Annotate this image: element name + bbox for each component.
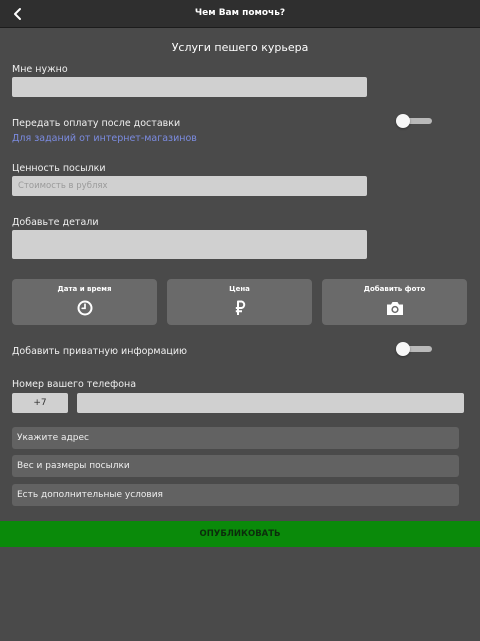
ruble-icon (235, 300, 245, 315)
price-button[interactable]: Цена (167, 279, 312, 325)
date-time-button[interactable]: Дата и время (12, 279, 157, 325)
add-photo-label: Добавить фото (363, 285, 426, 293)
parcel-size-button[interactable]: Вес и размеры посылки (12, 455, 459, 477)
parcel-value-input[interactable] (12, 176, 367, 196)
camera-icon (386, 302, 403, 315)
phone-input[interactable] (77, 393, 464, 413)
page-title: Чем Вам помочь? (194, 8, 286, 18)
value-label: Ценность посылки (12, 163, 106, 174)
private-info-toggle[interactable] (396, 342, 432, 356)
details-label: Добавьте детали (12, 217, 99, 228)
add-photo-button[interactable]: Добавить фото (322, 279, 467, 325)
clock-icon (77, 300, 92, 316)
extra-conditions-button[interactable]: Есть дополнительные условия (12, 484, 459, 506)
section-title: Услуги пешего курьера (171, 41, 309, 54)
need-input[interactable] (12, 77, 367, 97)
details-input[interactable] (12, 230, 367, 259)
online-shops-link[interactable]: Для заданий от интернет-магазинов (12, 133, 197, 144)
phone-label: Номер вашего телефона (12, 379, 137, 390)
payment-toggle[interactable] (396, 114, 432, 128)
price-label: Цена (229, 285, 250, 293)
address-button[interactable]: Укажите адрес (12, 427, 459, 449)
need-label: Мне нужно (12, 64, 68, 75)
top-bar: Чем Вам помочь? (0, 0, 480, 28)
payment-label: Передать оплату после доставки (12, 118, 181, 129)
publish-button[interactable]: ОПУБЛИКОВАТЬ (0, 521, 480, 547)
toggle-knob (396, 342, 410, 356)
toggle-knob (396, 114, 410, 128)
date-time-label: Дата и время (57, 285, 112, 293)
private-info-label: Добавить приватную информацию (12, 346, 188, 357)
phone-country-code[interactable]: +7 (12, 393, 68, 413)
